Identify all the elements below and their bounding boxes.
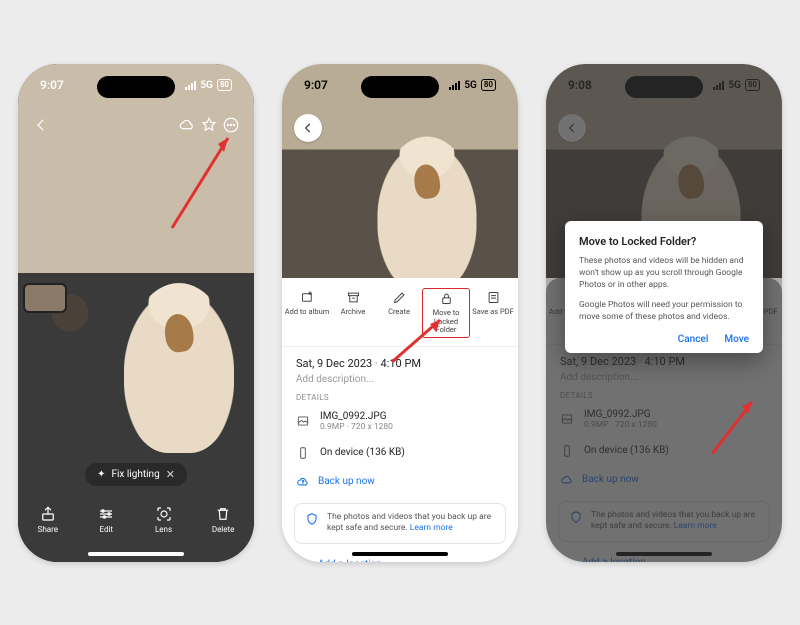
signal-icon (449, 81, 460, 90)
backup-info-card: The photos and videos that you back up a… (294, 503, 506, 544)
cloud-icon[interactable] (176, 114, 198, 136)
share-button[interactable]: Share (38, 505, 58, 534)
lens-button[interactable]: Lens (155, 505, 173, 534)
sparkle-icon: ✦ (97, 469, 105, 480)
learn-more-link[interactable]: Learn more (410, 523, 453, 533)
close-icon[interactable]: ✕ (166, 468, 175, 481)
photo-date: Sat, 9 Dec 2023 (296, 357, 372, 370)
details-header: DETAILS (282, 391, 518, 404)
back-button[interactable] (294, 114, 322, 142)
action-sheet: Add to album Archive Create Move to Lock… (546, 278, 782, 562)
detail-filename: IMG_0992.JPG 0.9MP · 720 x 1280 (282, 404, 518, 439)
status-network: 5G (200, 80, 213, 91)
save-as-pdf-button[interactable]: Save as PDF (470, 288, 516, 338)
more-icon[interactable] (220, 114, 242, 136)
back-button[interactable] (558, 114, 586, 142)
battery-icon: 80 (217, 79, 232, 91)
battery-icon: 80 (745, 79, 760, 91)
edit-button[interactable]: Edit (97, 505, 115, 534)
photo-time: 4:10 PM (381, 357, 421, 370)
chip-label: Fix lighting (111, 469, 159, 480)
create-button: Create (641, 288, 687, 336)
move-to-locked-folder-button: Move to Locked Folder (687, 288, 733, 336)
save-as-pdf-button: Save as PDF (734, 288, 780, 336)
signal-icon (185, 81, 196, 90)
archive-button[interactable]: Archive (330, 288, 376, 338)
status-network: 5G (464, 80, 477, 91)
status-time: 9:07 (40, 78, 64, 92)
action-sheet: Add to album Archive Create Move to Lock… (282, 278, 518, 562)
status-time: 9:07 (304, 78, 328, 92)
signal-icon (713, 81, 724, 90)
status-network: 5G (728, 80, 741, 91)
archive-button: Archive (594, 288, 640, 336)
description-input[interactable]: Add description... (296, 374, 504, 385)
fix-lighting-chip[interactable]: ✦ Fix lighting ✕ (85, 463, 187, 486)
star-icon[interactable] (198, 114, 220, 136)
detail-on-device: On device (136 KB) (282, 439, 518, 467)
battery-icon: 80 (481, 79, 496, 91)
add-to-album-button: Add to album (548, 288, 594, 336)
create-button[interactable]: Create (376, 288, 422, 338)
move-to-locked-folder-button[interactable]: Move to Locked Folder (422, 288, 470, 338)
back-up-now-link[interactable]: Back up now (282, 467, 518, 497)
back-chevron-icon[interactable] (30, 114, 52, 136)
status-time: 9:08 (568, 78, 592, 92)
delete-button[interactable]: Delete (212, 505, 235, 534)
add-to-album-button[interactable]: Add to album (284, 288, 330, 338)
